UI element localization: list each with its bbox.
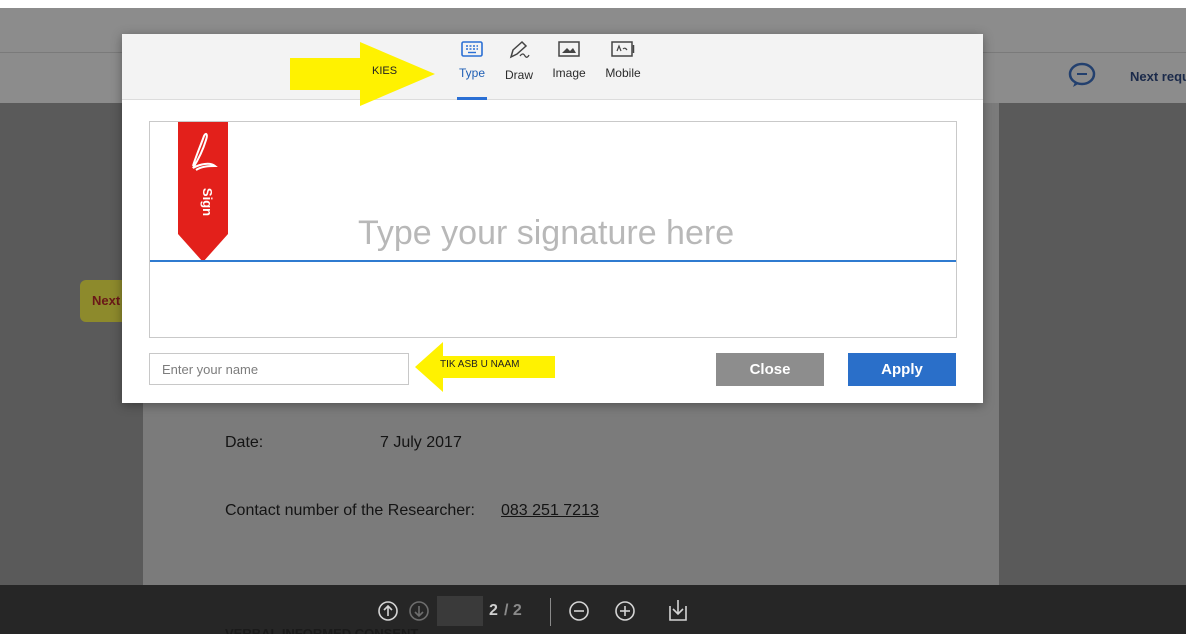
adobe-sign-ribbon: Sign bbox=[178, 122, 228, 262]
keyboard-icon bbox=[461, 41, 483, 57]
download-icon[interactable] bbox=[666, 597, 690, 623]
active-tab-indicator bbox=[457, 97, 487, 100]
contact-label: Contact number of the Researcher: bbox=[225, 502, 475, 519]
tab-mobile-label: Mobile bbox=[605, 66, 641, 80]
name-annotation-label: TIK ASB U NAAM bbox=[440, 359, 520, 370]
mobile-icon bbox=[611, 41, 635, 57]
toolbar-separator bbox=[550, 598, 551, 626]
signature-tabs-bar: Type Draw Image Mobile bbox=[122, 34, 983, 100]
previous-page-icon[interactable] bbox=[377, 600, 399, 622]
pen-icon bbox=[509, 40, 530, 59]
document-heading: VERBAL INFORMED CONSENT bbox=[225, 626, 419, 634]
date-label: Date: bbox=[225, 434, 264, 451]
top-strip bbox=[0, 0, 1186, 8]
signature-placeholder: Type your signature here bbox=[358, 214, 735, 252]
signature-box[interactable]: Sign Type your signature here bbox=[149, 121, 957, 338]
kies-annotation-arrow bbox=[290, 42, 435, 106]
signature-dialog: Type Draw Image Mobile KIES Sign Type yo… bbox=[122, 34, 983, 403]
signature-line bbox=[150, 260, 956, 262]
tab-type-label: Type bbox=[458, 66, 485, 80]
ribbon-label: Sign bbox=[200, 188, 215, 216]
page-toolbar bbox=[0, 585, 1186, 634]
date-value: 7 July 2017 bbox=[380, 434, 462, 451]
tab-mobile[interactable]: Mobile bbox=[601, 40, 645, 100]
tab-draw-label: Draw bbox=[504, 68, 533, 82]
comment-icon[interactable] bbox=[1068, 62, 1096, 88]
contact-number: 083 251 7213 bbox=[501, 502, 599, 519]
tab-image-label: Image bbox=[552, 66, 586, 80]
zoom-out-icon[interactable] bbox=[568, 600, 590, 622]
tab-image[interactable]: Image bbox=[549, 40, 589, 100]
kies-annotation-label: KIES bbox=[372, 65, 398, 77]
image-icon bbox=[558, 41, 580, 57]
tab-draw[interactable]: Draw bbox=[502, 40, 536, 100]
page-current: 2 bbox=[489, 602, 498, 619]
page-total: / 2 bbox=[504, 602, 522, 619]
tab-type[interactable]: Type bbox=[457, 40, 487, 100]
name-input[interactable] bbox=[149, 353, 409, 385]
zoom-in-icon[interactable] bbox=[614, 600, 636, 622]
next-field-label: Next bbox=[92, 293, 121, 308]
next-page-icon[interactable] bbox=[408, 600, 430, 622]
page-number-box[interactable] bbox=[437, 596, 483, 626]
apply-button[interactable]: Apply bbox=[848, 353, 956, 386]
close-button[interactable]: Close bbox=[716, 353, 824, 386]
next-request-button[interactable]: Next requ bbox=[1130, 69, 1186, 84]
